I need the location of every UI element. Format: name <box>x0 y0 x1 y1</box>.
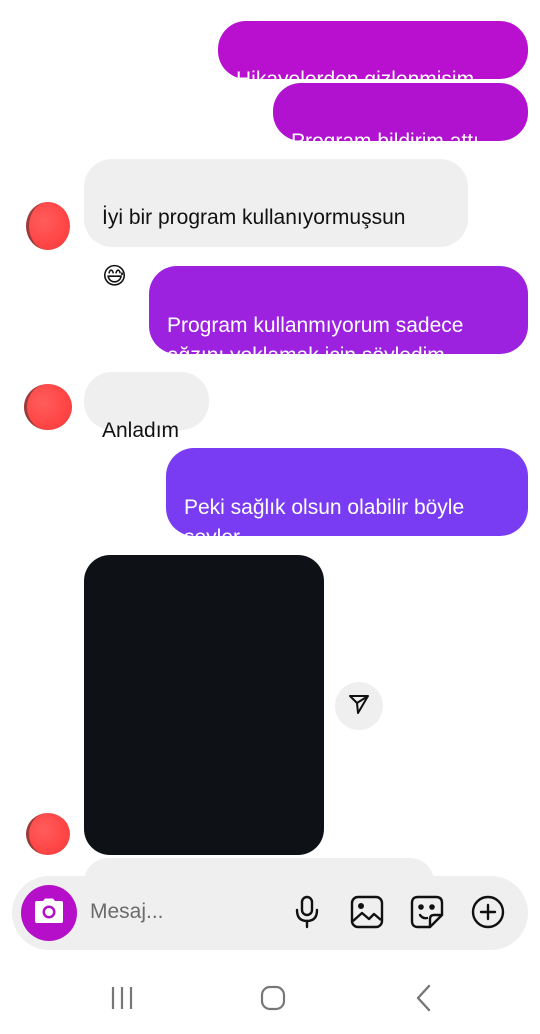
avatar[interactable] <box>24 384 72 430</box>
paper-plane-icon <box>347 692 371 721</box>
avatar[interactable] <box>26 813 70 855</box>
recent-apps-button[interactable] <box>102 980 142 1020</box>
message-text: Program bildirim attı <box>291 130 479 153</box>
microphone-icon <box>294 895 320 934</box>
message-text: İyi bir program kullanıyormuşsun <box>102 206 406 229</box>
back-button[interactable] <box>404 980 444 1020</box>
sticker-icon <box>410 895 444 934</box>
media-attachment[interactable] <box>84 555 324 855</box>
home-button[interactable] <box>253 980 293 1020</box>
sticker-button[interactable] <box>407 894 447 934</box>
message-composer: Mesaj... <box>12 876 528 950</box>
share-button[interactable] <box>335 682 383 730</box>
message-incoming[interactable]: Anladım <box>84 372 209 442</box>
home-icon <box>260 985 286 1016</box>
back-icon <box>413 984 435 1017</box>
message-text: Program kullanmıyorum sadece ağzını yokl… <box>167 314 464 367</box>
grinning-sweat-emoji: 😅 <box>102 263 128 290</box>
camera-icon <box>34 898 64 929</box>
avatar[interactable] <box>26 202 70 250</box>
microphone-button[interactable] <box>287 894 327 934</box>
message-input[interactable]: Mesaj... <box>90 900 164 924</box>
plus-circle-icon <box>470 894 506 935</box>
message-outgoing[interactable]: Program kullanmıyorum sadece ağzını yokl… <box>149 266 528 367</box>
message-outgoing[interactable]: Program bildirim attı <box>273 83 528 153</box>
message-outgoing[interactable]: Hikayelerden gizlenmişim <box>218 21 528 91</box>
camera-button[interactable] <box>21 885 77 941</box>
image-icon <box>350 895 384 934</box>
message-text: Peki sağlık olsun olabilir böyle şeyler <box>184 496 465 549</box>
message-outgoing[interactable]: Peki sağlık olsun olabilir böyle şeyler <box>166 448 528 549</box>
gallery-button[interactable] <box>347 894 387 934</box>
system-navigation-bar <box>0 960 540 1034</box>
recent-apps-icon <box>109 986 135 1015</box>
message-text: Anladım <box>102 419 180 442</box>
message-incoming[interactable]: İyi bir program kullanıyormuşsun 😅 <box>84 159 468 290</box>
more-button[interactable] <box>468 894 508 934</box>
